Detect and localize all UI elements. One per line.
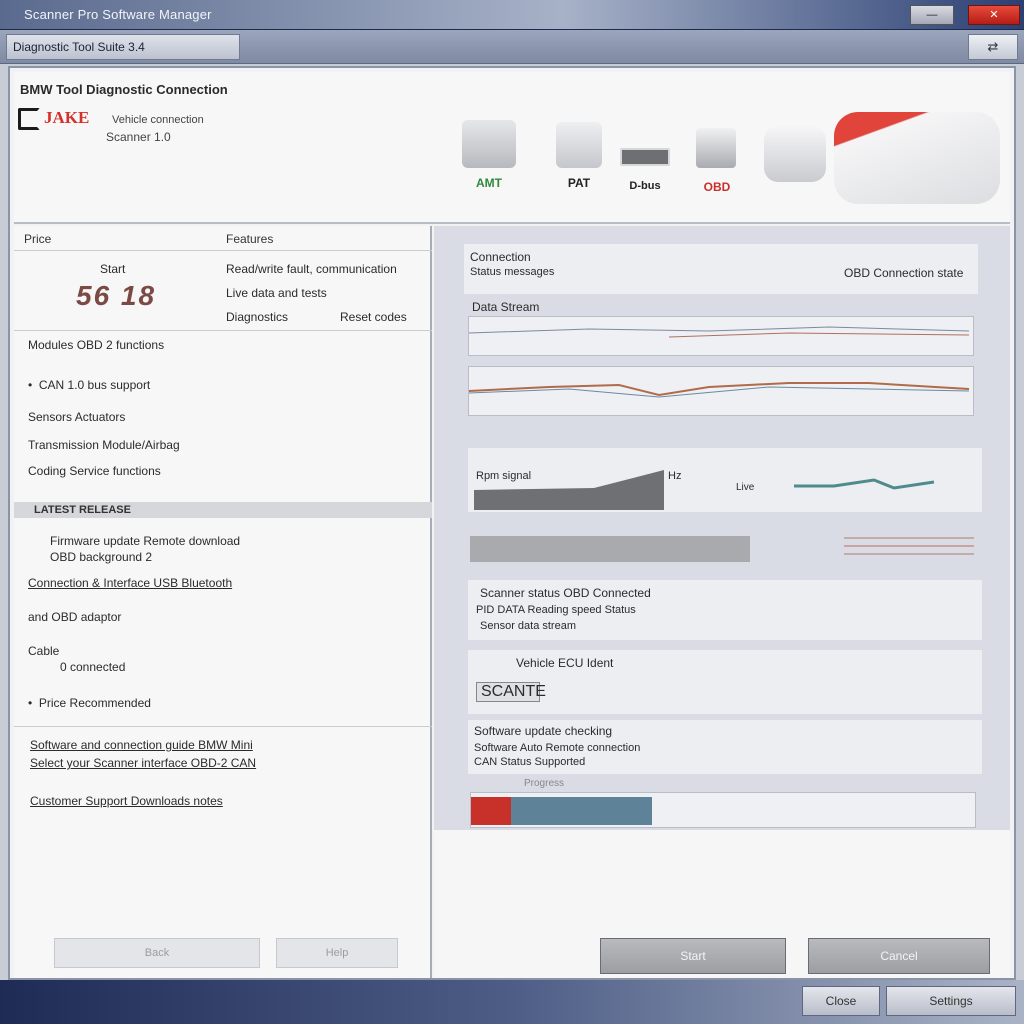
title-bar: Scanner Pro Software Manager — ✕ <box>0 0 1024 30</box>
device-obd[interactable]: OBD <box>682 124 752 202</box>
adapter-icon <box>556 122 602 168</box>
feature-item: Reset codes <box>340 310 407 324</box>
progress-fill <box>511 797 652 825</box>
feature-item: Diagnostics <box>226 310 289 324</box>
device-amt[interactable]: AMT <box>454 120 524 200</box>
device-label: PAT <box>567 176 591 190</box>
divider <box>14 330 432 331</box>
progress-label: Progress <box>524 778 565 789</box>
logo-icon <box>18 108 40 130</box>
obd-scanner-icon <box>834 112 1000 204</box>
price-value: 56 18 <box>76 280 157 311</box>
settings-button[interactable]: Settings <box>886 986 1016 1016</box>
interface-link[interactable]: Select your Scanner interface OBD-2 CAN <box>30 756 256 770</box>
update-line: CAN Status Supported <box>474 756 586 768</box>
release-line: Firmware update Remote download <box>50 534 241 548</box>
ecu-card: Vehicle ECU Ident SCANTE <box>468 650 982 714</box>
connection-icon-button[interactable]: ⇄ <box>968 34 1018 60</box>
device-dbus[interactable]: D-bus <box>612 142 682 202</box>
graph-label: Data Stream <box>472 300 540 314</box>
spec-line: 0 connected <box>60 660 126 674</box>
start-button[interactable]: Start <box>600 938 786 974</box>
device-pat[interactable]: PAT <box>544 120 614 200</box>
cancel-button[interactable]: Cancel <box>808 938 990 974</box>
price-column-header: Price <box>24 232 52 246</box>
scanner-status-card: Scanner status OBD Connected PID DATA Re… <box>468 580 982 640</box>
section-title: Vehicle ECU Ident <box>516 656 614 670</box>
obd-cable-icon <box>462 120 516 168</box>
panel-subtitle: Status messages <box>470 266 555 278</box>
waveform-icon <box>468 382 970 398</box>
device-label: D-bus <box>629 180 661 192</box>
connection-link[interactable]: Connection & Interface USB Bluetooth <box>28 576 232 590</box>
waveform-graph <box>468 366 974 416</box>
connection-card: Connection Status messages OBD Connectio… <box>464 244 978 294</box>
progress-fill-red <box>471 797 511 825</box>
section-header: LATEST RELEASE <box>14 502 432 518</box>
feature-item: Live data and tests <box>226 286 327 300</box>
spec-line: Transmission Module/Airbag <box>28 438 180 452</box>
toolbar: Diagnostic Tool Suite 3.4 ⇄ <box>0 30 1024 64</box>
signal-bar <box>470 536 750 562</box>
progress-bar <box>470 792 976 828</box>
bullet-text: CAN 1.0 bus support <box>38 378 151 392</box>
data-stream-graph <box>468 316 974 356</box>
guide-link[interactable]: Software and connection guide BMW Mini <box>30 738 253 752</box>
main-window: BMW Tool Diagnostic Connection JAKE Vehi… <box>8 66 1016 980</box>
status-bar: Close Settings <box>0 980 1024 1024</box>
device-label: OBD <box>703 180 731 194</box>
app-name: BMW Tool Diagnostic Connection <box>20 82 228 97</box>
section-title: Scanner status OBD Connected <box>480 586 651 600</box>
spec-line: Coding Service functions <box>28 464 161 478</box>
price-label: Start <box>100 262 126 276</box>
divider <box>14 726 432 727</box>
update-card: Software update checking Software Auto R… <box>468 720 982 774</box>
help-button[interactable]: Help <box>276 938 398 968</box>
connector-icon <box>696 128 736 168</box>
bullet-item: • CAN 1.0 bus support <box>28 378 151 392</box>
header-banner: BMW Tool Diagnostic Connection JAKE Vehi… <box>14 72 1010 224</box>
bullet-item: • Price Recommended <box>28 696 151 710</box>
feature-item: Read/write fault, communication <box>226 262 397 276</box>
close-button[interactable]: ✕ <box>968 5 1020 25</box>
breadcrumb[interactable]: Diagnostic Tool Suite 3.4 <box>6 34 240 60</box>
divider <box>14 250 432 251</box>
support-link[interactable]: Customer Support Downloads notes <box>30 794 223 808</box>
status-line: PID DATA Reading speed Status <box>476 604 636 616</box>
connection-state: OBD Connection state <box>844 266 964 280</box>
signal-lines-icon <box>844 537 974 555</box>
brand-name: JAKE <box>44 108 90 127</box>
signal-line-icon <box>468 326 970 338</box>
scanner-clip-icon <box>764 126 826 182</box>
update-line: Software Auto Remote connection <box>474 742 641 754</box>
close-app-button[interactable]: Close <box>802 986 880 1016</box>
rpm-graph-icon <box>474 470 935 510</box>
rpm-card: Rpm signal Hz Live <box>468 448 982 512</box>
spec-line: and OBD adaptor <box>28 610 122 624</box>
panel-title: Connection <box>470 250 531 264</box>
usb-icon <box>620 148 670 166</box>
features-column-header: Features <box>226 232 274 246</box>
spec-line: Cable <box>28 644 60 658</box>
minimize-button[interactable]: — <box>910 5 954 25</box>
spec-line: Sensors Actuators <box>28 410 126 424</box>
header-subtitle: Vehicle connection <box>112 114 204 126</box>
status-line: Sensor data stream <box>480 620 576 632</box>
header-version: Scanner 1.0 <box>106 130 171 144</box>
device-label: AMT <box>476 176 502 190</box>
section-title: Software update checking <box>474 724 613 738</box>
back-button[interactable]: Back <box>54 938 260 968</box>
bullet-text: Price Recommended <box>38 696 151 710</box>
left-panel: Price Features Start 56 18 Read/write fa… <box>14 226 432 978</box>
release-line: OBD background 2 <box>50 550 153 564</box>
modules-summary: Modules OBD 2 functions <box>28 338 165 352</box>
window-title: Scanner Pro Software Manager <box>24 7 212 22</box>
ecu-id-field[interactable]: SCANTE <box>476 682 546 702</box>
right-panel: Connection Status messages OBD Connectio… <box>434 226 1010 978</box>
